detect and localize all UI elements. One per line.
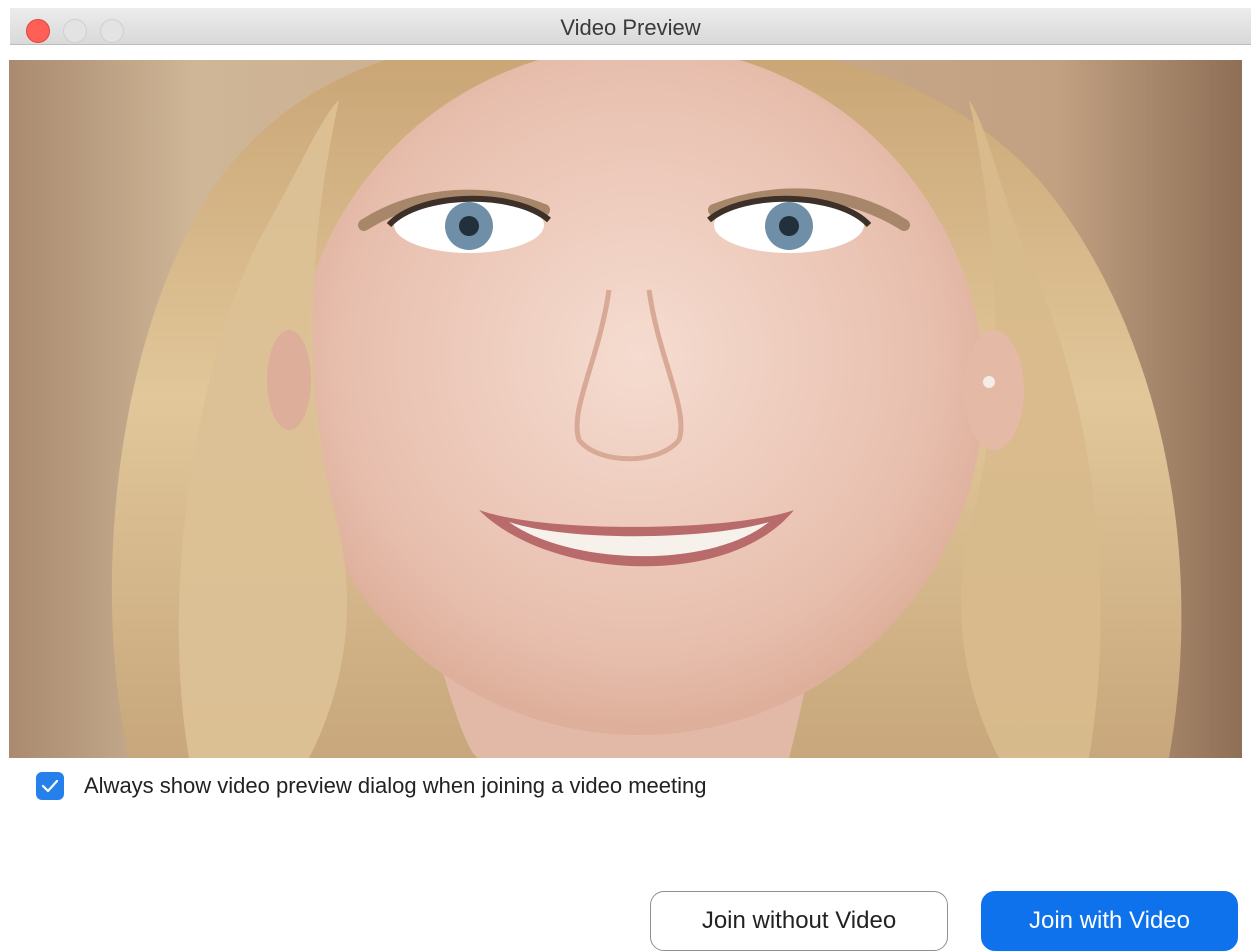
camera-feed-image	[9, 60, 1242, 758]
always-show-preview-checkbox[interactable]	[36, 772, 64, 800]
video-preview	[9, 60, 1242, 758]
title-bar[interactable]: Video Preview	[10, 8, 1251, 45]
join-with-video-button[interactable]: Join with Video	[981, 891, 1238, 951]
always-show-preview-option[interactable]: Always show video preview dialog when jo…	[36, 770, 706, 802]
window-title: Video Preview	[560, 15, 701, 40]
video-preview-window: Video Preview Always show video preview …	[0, 0, 1251, 951]
join-without-video-button[interactable]: Join without Video	[650, 891, 948, 951]
always-show-preview-label[interactable]: Always show video preview dialog when jo…	[84, 773, 706, 799]
checkmark-icon	[41, 779, 59, 793]
